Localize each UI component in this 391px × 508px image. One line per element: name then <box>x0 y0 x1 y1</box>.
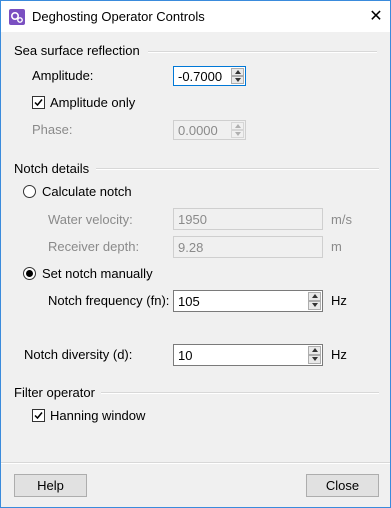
spin-buttons <box>308 346 321 364</box>
spin-up-icon[interactable] <box>308 346 321 355</box>
calculate-notch-radio[interactable] <box>23 185 36 198</box>
section-divider <box>148 51 377 53</box>
notch-frequency-label: Notch frequency (fn): <box>48 293 170 308</box>
spin-up-icon[interactable] <box>231 68 244 76</box>
notch-diversity-value: 10 <box>178 348 193 363</box>
amplitude-value: -0.7000 <box>178 69 223 84</box>
notch-diversity-label: Notch diversity (d): <box>24 347 133 362</box>
help-button[interactable]: Help <box>14 474 87 497</box>
amplitude-only-checkbox[interactable] <box>32 96 45 109</box>
spin-up-icon[interactable] <box>308 292 321 301</box>
spin-down-icon <box>231 130 244 138</box>
phase-spinbox: 0.0000 <box>173 120 246 140</box>
receiver-depth-field: 9.28 <box>173 236 323 258</box>
section-filter-operator: Filter operator <box>14 385 95 400</box>
spin-down-icon[interactable] <box>308 301 321 310</box>
hanning-window-checkbox[interactable] <box>32 409 45 422</box>
spin-up-icon <box>231 122 244 130</box>
notch-diversity-spinbox[interactable]: 10 <box>173 344 323 366</box>
section-divider <box>101 392 379 394</box>
calculate-notch-label: Calculate notch <box>42 184 132 199</box>
set-notch-manually-radio[interactable] <box>23 267 36 280</box>
receiver-depth-label: Receiver depth: <box>48 239 140 254</box>
phase-label: Phase: <box>32 122 73 137</box>
title-bar: Deghosting Operator Controls ✕ <box>1 1 390 32</box>
footer-divider <box>1 462 390 464</box>
receiver-depth-unit: m <box>331 239 342 254</box>
section-sea-surface-reflection: Sea surface reflection <box>14 43 140 58</box>
section-notch-details: Notch details <box>14 161 90 176</box>
notch-diversity-unit: Hz <box>331 347 347 362</box>
set-notch-manually-label: Set notch manually <box>42 266 153 281</box>
notch-frequency-spinbox[interactable]: 105 <box>173 290 323 312</box>
amplitude-only-label: Amplitude only <box>50 95 136 110</box>
checkmark-icon <box>34 412 43 420</box>
spin-buttons <box>308 292 321 310</box>
section-divider <box>96 168 379 170</box>
hanning-window-label: Hanning window <box>50 408 146 423</box>
amplitude-spinbox[interactable]: -0.7000 <box>173 66 246 86</box>
spin-down-icon[interactable] <box>231 76 244 84</box>
notch-frequency-value: 105 <box>178 294 200 309</box>
amplitude-label: Amplitude: <box>32 68 94 83</box>
water-velocity-label: Water velocity: <box>48 212 133 227</box>
spin-down-icon[interactable] <box>308 355 321 364</box>
water-velocity-unit: m/s <box>331 212 352 227</box>
window-title: Deghosting Operator Controls <box>32 9 205 24</box>
phase-value: 0.0000 <box>178 123 218 138</box>
dialog-window: Deghosting Operator Controls ✕ Sea surfa… <box>0 0 391 508</box>
checkmark-icon <box>34 99 43 107</box>
close-window-icon[interactable]: ✕ <box>362 1 390 32</box>
notch-frequency-unit: Hz <box>331 293 347 308</box>
spin-buttons <box>231 122 244 138</box>
receiver-depth-value: 9.28 <box>178 240 204 255</box>
app-gears-icon <box>9 9 25 25</box>
spin-buttons <box>231 68 244 84</box>
water-velocity-value: 1950 <box>178 212 207 227</box>
close-button[interactable]: Close <box>306 474 379 497</box>
water-velocity-field: 1950 <box>173 208 323 230</box>
